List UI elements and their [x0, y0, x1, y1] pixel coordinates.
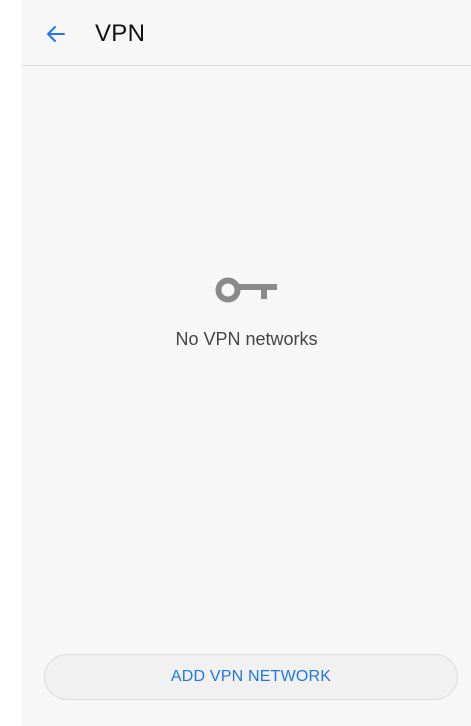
empty-state: No VPN networks	[22, 270, 471, 350]
page-title: VPN	[95, 20, 146, 47]
add-vpn-network-button[interactable]: ADD VPN NETWORK	[44, 654, 458, 700]
app-bar: VPN	[22, 0, 471, 66]
back-button[interactable]	[42, 20, 70, 48]
key-icon	[212, 270, 282, 310]
vpn-screen: VPN No VPN networks ADD VPN NETWORK	[22, 0, 471, 726]
arrow-back-icon	[47, 26, 65, 42]
empty-message: No VPN networks	[175, 329, 318, 349]
